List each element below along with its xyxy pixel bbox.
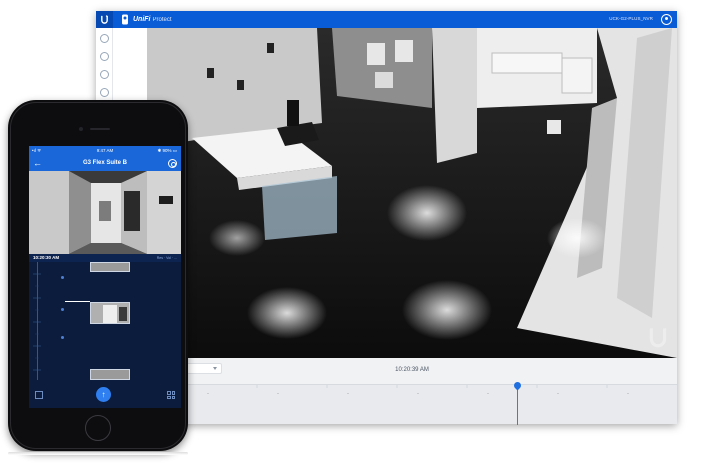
- fullscreen-icon[interactable]: [35, 391, 43, 399]
- playback-timeline[interactable]: [147, 380, 677, 425]
- event-thumbnail-image: [91, 303, 129, 323]
- event-marker: [61, 276, 64, 279]
- event-marker: [61, 308, 64, 311]
- phone-camera: [79, 127, 83, 131]
- live-options[interactable]: Res · Vol · ...: [157, 256, 177, 260]
- live-bar: 10:20:30 AM Res · Vol · ...: [29, 254, 181, 262]
- current-position-line: [65, 301, 90, 302]
- hallway-scene-image: [29, 171, 181, 254]
- grid-view-icon[interactable]: [167, 391, 175, 399]
- ubiquiti-watermark-icon: [649, 328, 667, 348]
- playback-controls: 10:20:39 AM: [147, 358, 677, 425]
- top-bar: UniFi Protect UCK-G2-PLUS_NVR: [96, 11, 677, 28]
- live-timestamp: 10:20:30 AM: [33, 255, 60, 260]
- phone-screen: •ıl ᯤ 9:47 AM ✱ 90% ▭ ← G3 Flex Suite B: [29, 146, 181, 408]
- home-button[interactable]: [85, 415, 111, 441]
- gear-icon[interactable]: [168, 159, 177, 168]
- event-marker: [61, 336, 64, 339]
- product-name: Protect: [152, 16, 172, 23]
- phone-bottom-bar: ↑: [29, 380, 181, 408]
- event-thumbnail[interactable]: [90, 262, 130, 272]
- phone-speaker: [90, 128, 110, 130]
- cameras-icon[interactable]: [100, 34, 109, 43]
- camera-video-feed[interactable]: [147, 28, 677, 358]
- camera-title: G3 Flex Suite B: [82, 160, 127, 166]
- timeline-playhead[interactable]: [517, 385, 518, 425]
- device-name[interactable]: UCK-G2-PLUS_NVR: [609, 16, 653, 21]
- brand-name: UniFi: [133, 16, 151, 23]
- office-scene-image: [147, 28, 677, 358]
- ubiquiti-logo[interactable]: [96, 11, 113, 28]
- phone-camera-feed[interactable]: [29, 171, 181, 254]
- ubiquiti-logo-icon: [101, 15, 108, 24]
- playback-timestamp: 10:20:39 AM: [395, 367, 429, 373]
- video-icon[interactable]: [100, 52, 109, 61]
- phone-timeline[interactable]: [29, 262, 181, 380]
- event-thumbnail[interactable]: [90, 369, 130, 380]
- search-icon[interactable]: [100, 88, 109, 97]
- phone-shadow: [8, 452, 188, 455]
- timeline-ticks: [186, 385, 629, 394]
- battery-indicator: ✱ 90% ▭: [157, 148, 177, 153]
- event-thumbnail[interactable]: [90, 302, 130, 324]
- phone-nav-bar: ← G3 Flex Suite B: [29, 156, 181, 171]
- phone-status-bar: •ıl ᯤ 9:47 AM ✱ 90% ▭: [29, 146, 181, 156]
- brand-title[interactable]: UniFi Protect: [133, 13, 172, 26]
- user-icon[interactable]: [661, 14, 672, 25]
- live-button[interactable]: ↑: [96, 387, 111, 402]
- settings-icon[interactable]: [100, 70, 109, 79]
- phone-device: •ıl ᯤ 9:47 AM ✱ 90% ▭ ← G3 Flex Suite B: [8, 100, 188, 451]
- protect-app-icon: [122, 14, 128, 25]
- product-showcase: UniFi Protect UCK-G2-PLUS_NVR 10:20:39 A…: [0, 0, 710, 463]
